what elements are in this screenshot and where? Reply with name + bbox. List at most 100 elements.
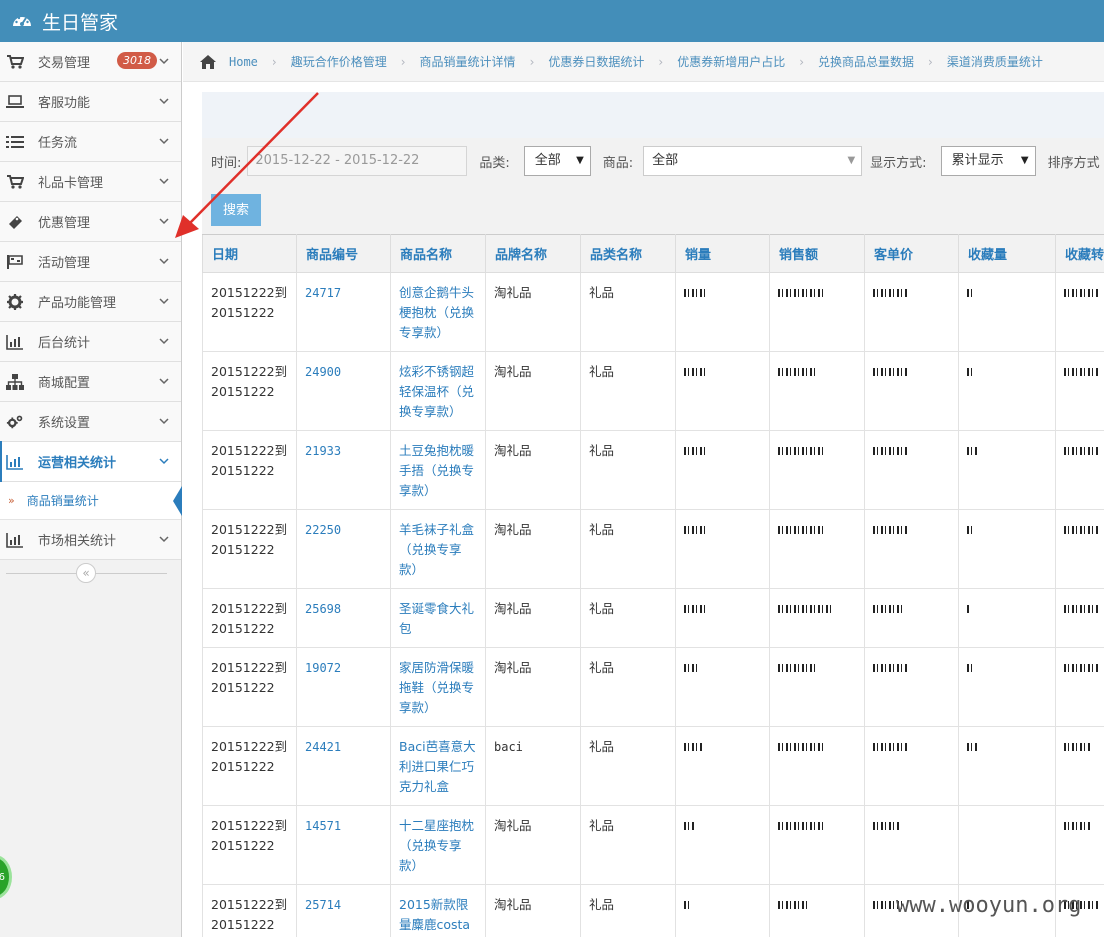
search-button[interactable]: 搜索 [211, 194, 261, 226]
cogs-icon [6, 414, 24, 430]
product-id-cell[interactable]: 25698 [296, 588, 391, 648]
sidebar-item-system-settings[interactable]: 系统设置 [0, 402, 181, 442]
category-cell: 礼品 [580, 647, 676, 727]
app-title[interactable]: 生日管家 [42, 8, 118, 35]
masked-value-cell [769, 588, 865, 648]
breadcrumb-separator: › [529, 54, 535, 69]
sidebar-item-discount[interactable]: 优惠管理 [0, 202, 181, 242]
brand-cell: 淘礼品 [485, 588, 581, 648]
product-id-cell[interactable]: 22250 [296, 509, 391, 589]
masked-value-cell [769, 509, 865, 589]
column-header[interactable]: 日期 [202, 234, 297, 273]
sidebar-item-activity[interactable]: 活动管理 [0, 242, 181, 282]
sidebar-item-customer-service[interactable]: 客服功能 [0, 82, 181, 122]
masked-value-cell [958, 509, 1056, 589]
product-name-cell[interactable]: Baci芭喜意大利进口果仁巧克力礼盒 [390, 726, 486, 806]
flag-icon [6, 254, 24, 270]
double-angle-right-icon: » [8, 494, 15, 507]
category-label: 品类: [479, 155, 510, 171]
product-name-cell[interactable]: 创意企鹅牛头梗抱枕（兑换专享款） [390, 272, 486, 352]
column-header[interactable]: 品牌名称 [485, 234, 581, 273]
sidebar-collapse-bar: « [0, 560, 181, 586]
product-id-cell[interactable]: 21933 [296, 430, 391, 510]
sidebar-item-product-features[interactable]: 产品功能管理 [0, 282, 181, 322]
breadcrumb-link[interactable]: 优惠券新增用户占比 [677, 53, 785, 70]
masked-value-cell [958, 726, 1056, 806]
category-cell: 礼品 [580, 805, 676, 885]
column-header[interactable]: 收藏转 [1055, 234, 1104, 273]
product-name-cell[interactable]: 羊毛袜子礼盒（兑换专享款） [390, 509, 486, 589]
table-row: 20151222到20151222 25698 圣诞零食大礼包 淘礼品 礼品 [202, 588, 1104, 648]
product-name-cell[interactable]: 十二星座抱枕（兑换专享款） [390, 805, 486, 885]
breadcrumb-link[interactable]: 商品销量统计详情 [420, 53, 516, 70]
sidebar-subitem-product-sales-stats[interactable]: » 商品销量统计 [0, 482, 182, 520]
column-header[interactable]: 商品编号 [296, 234, 391, 273]
masked-value-cell [1055, 351, 1104, 431]
sidebar-item-workflow[interactable]: 任务流 [0, 122, 181, 162]
sidebar-item-label: 运营相关统计 [38, 456, 117, 471]
product-id-cell[interactable]: 14571 [296, 805, 391, 885]
breadcrumb-separator: › [658, 54, 664, 69]
date-range-input[interactable]: 2015-12-22 - 2015-12-22 [247, 146, 468, 176]
column-header[interactable]: 品类名称 [580, 234, 676, 273]
table-row: 20151222到20151222 24421 Baci芭喜意大利进口果仁巧克力… [202, 726, 1104, 806]
sidebar-item-gift-card[interactable]: 礼品卡管理 [0, 162, 181, 202]
display-mode-select[interactable]: 累计显示 ▼ [940, 146, 1036, 176]
date-cell: 20151222到20151222 [202, 805, 297, 885]
product-name-cell[interactable]: 土豆兔抱枕暖手捂（兑换专享款） [390, 430, 486, 510]
category-select[interactable]: 全部 ▼ [523, 146, 591, 176]
product-id-cell[interactable]: 24900 [296, 351, 391, 431]
gear-icon [6, 293, 24, 310]
category-cell: 礼品 [580, 430, 676, 510]
masked-value-cell [864, 272, 959, 352]
column-header[interactable]: 销量 [675, 234, 770, 273]
collapse-sidebar-button[interactable]: « [76, 563, 96, 583]
breadcrumb-link[interactable]: 渠道消费质量统计 [947, 53, 1043, 70]
breadcrumb-separator: › [799, 54, 805, 69]
column-header[interactable]: 客单价 [864, 234, 959, 273]
product-name-cell[interactable]: 家居防滑保暖拖鞋（兑换专享款） [390, 647, 486, 727]
cart-icon [6, 174, 24, 190]
brand-cell: 淘礼品 [485, 805, 581, 885]
ticket-icon [6, 214, 24, 230]
product-id-cell[interactable]: 19072 [296, 647, 391, 727]
masked-value-cell [864, 430, 959, 510]
chevron-down-icon [159, 458, 169, 465]
masked-value-cell [675, 430, 770, 510]
date-cell: 20151222到20151222 [202, 726, 297, 806]
sidebar-item-label: 商城配置 [38, 376, 91, 391]
product-name-cell[interactable]: 圣诞零食大礼包 [390, 588, 486, 648]
bar-chart-icon [6, 454, 24, 470]
product-select[interactable]: 全部 ▼ [643, 146, 863, 176]
column-header[interactable]: 收藏量 [958, 234, 1056, 273]
sidebar-item-mall-config[interactable]: 商城配置 [0, 362, 181, 402]
sidebar-item-trade[interactable]: 交易管理 3018 [0, 42, 181, 82]
active-indicator [173, 486, 182, 516]
masked-value-cell [769, 884, 865, 937]
masked-value-cell [769, 805, 865, 885]
masked-value-cell [675, 726, 770, 806]
top-navbar: 生日管家 [0, 0, 1104, 42]
sitemap-icon [6, 373, 24, 390]
breadcrumb-link[interactable]: 趣玩合作价格管理 [291, 53, 387, 70]
chevron-down-icon [159, 298, 169, 305]
product-name-cell[interactable]: 2015新款限量麋鹿costa保温杯 [390, 884, 486, 937]
breadcrumb-link[interactable]: 兑换商品总量数据 [818, 53, 914, 70]
sidebar-item-backend-stats[interactable]: 后台统计 [0, 322, 181, 362]
category-cell: 礼品 [580, 509, 676, 589]
breadcrumb-link[interactable]: 优惠券日数据统计 [548, 53, 644, 70]
column-header[interactable]: 商品名称 [390, 234, 486, 273]
sidebar-subitem-label: 商品销量统计 [26, 494, 99, 508]
breadcrumb-home[interactable]: Home [229, 55, 258, 69]
time-label: 时间: [211, 155, 242, 171]
dropdown-arrow-icon: ▼ [1020, 155, 1029, 166]
sidebar-item-operations-stats[interactable]: 运营相关统计 [0, 441, 181, 482]
sidebar-item-market-stats[interactable]: 市场相关统计 [0, 520, 181, 560]
masked-value-cell [675, 351, 770, 431]
product-id-cell[interactable]: 25714 [296, 884, 391, 937]
product-name-cell[interactable]: 炫彩不锈钢超轻保温杯（兑换专享款） [390, 351, 486, 431]
product-id-cell[interactable]: 24717 [296, 272, 391, 352]
masked-value-cell [958, 351, 1056, 431]
column-header[interactable]: 销售额 [769, 234, 865, 273]
product-id-cell[interactable]: 24421 [296, 726, 391, 806]
